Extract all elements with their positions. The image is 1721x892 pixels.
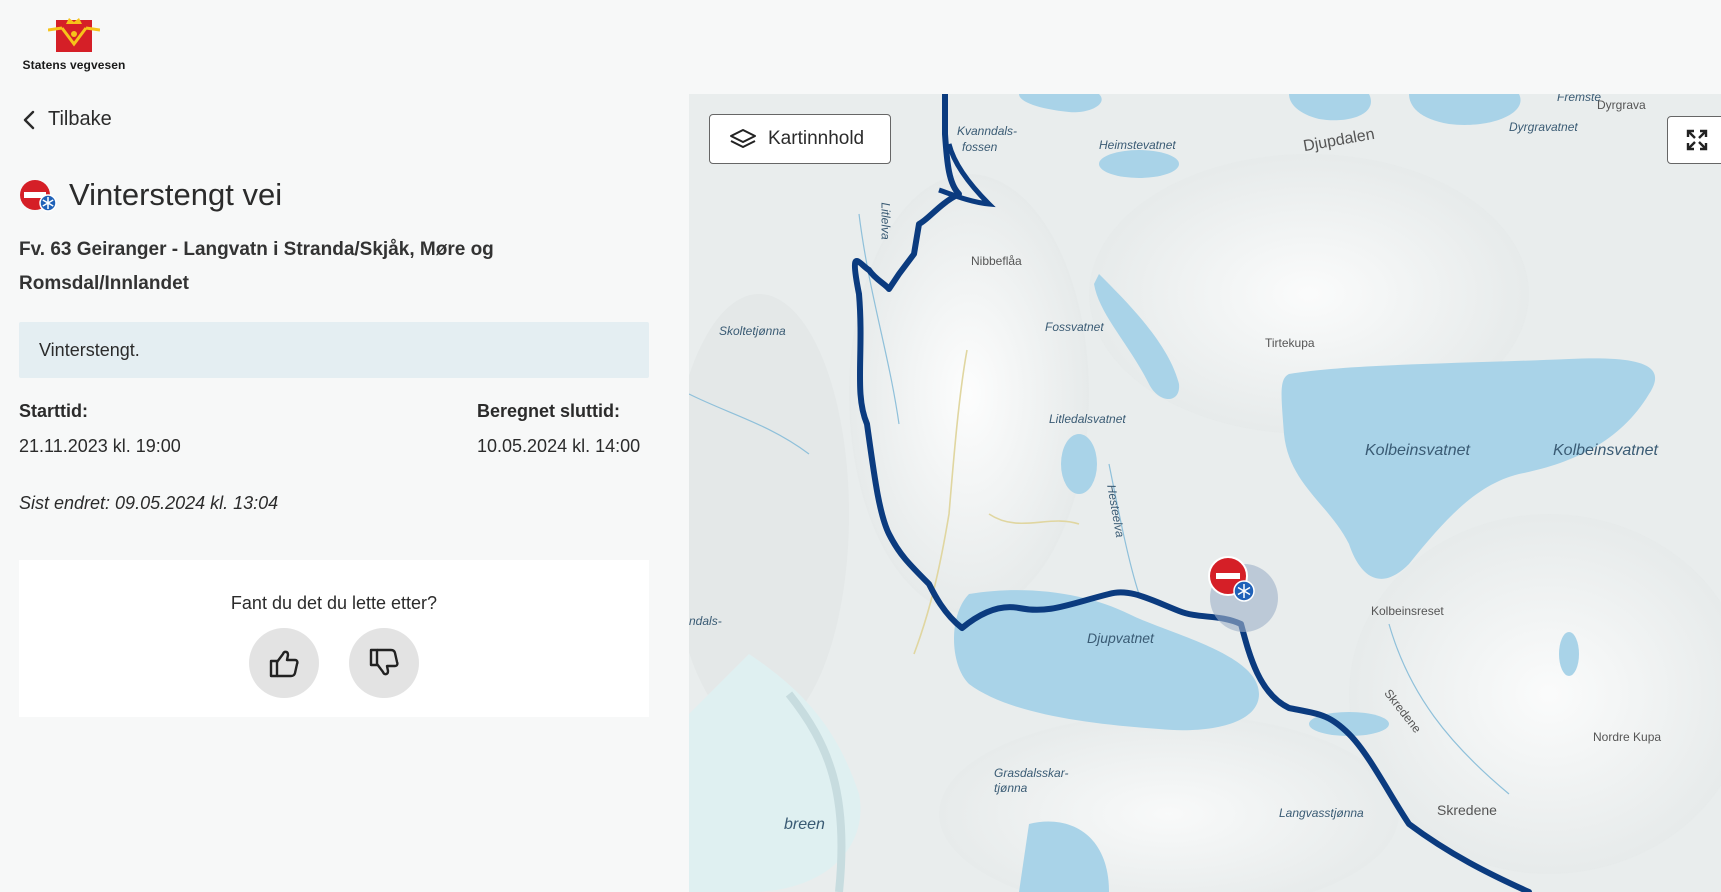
map-label: Skredene: [1437, 802, 1497, 818]
winter-closed-road-icon: [20, 180, 57, 212]
crown-shield-icon: [48, 18, 100, 52]
map-label: Litledalsvatnet: [1049, 412, 1126, 426]
map-label: Langvasstjønna: [1279, 806, 1364, 820]
event-title-row: Vinterstengt vei: [19, 177, 282, 213]
start-time-label: Starttid:: [19, 401, 88, 421]
map-label: Fossvatnet: [1045, 320, 1104, 334]
map-label: Fremste: [1557, 94, 1602, 104]
map-label: Kolbeinsreset: [1371, 604, 1444, 618]
page-title: Vinterstengt vei: [69, 177, 283, 212]
last-changed: Sist endret: 09.05.2024 kl. 13:04: [19, 493, 279, 513]
map-label: Dyrgravatnet: [1509, 120, 1578, 134]
winter-closed-road-icon: [1208, 556, 1278, 632]
map-layers-label: Kartinnhold: [768, 128, 865, 149]
map-label: Litlelva: [878, 202, 893, 240]
fullscreen-button[interactable]: [1667, 116, 1721, 164]
event-description: Vinterstengt.: [39, 340, 140, 360]
statens-vegvesen-logo[interactable]: Statens vegvesen: [18, 14, 130, 72]
thumbs-up-icon: [269, 650, 299, 678]
map-label: Kolbeinsvatnet: [1365, 442, 1470, 459]
map-label: ndals-: [689, 614, 722, 628]
closure-marker[interactable]: [1206, 554, 1282, 639]
end-time-label: Beregnet sluttid:: [477, 401, 621, 421]
map-label: Nordre Kupa: [1593, 730, 1662, 744]
layers-icon: [730, 129, 756, 148]
map-label: Djupvatnet: [1087, 630, 1154, 646]
map-view[interactable]: Kvanndals- fossen Heimstevatnet Djupdale…: [689, 94, 1721, 892]
chevron-left-icon: [23, 110, 35, 129]
thumbs-up-button[interactable]: [249, 628, 319, 698]
feedback-panel: Fant du det du lette etter?: [19, 560, 649, 717]
map-label: Tirtekupa: [1265, 336, 1315, 350]
map-label: fossen: [962, 140, 998, 154]
map-terrain: [689, 94, 1721, 892]
thumbs-down-icon: [369, 648, 399, 676]
brand-name: Statens vegvesen: [22, 58, 126, 72]
map-label: Dyrgrava: [1597, 98, 1646, 112]
feedback-question: Fant du det du lette etter?: [230, 593, 438, 613]
end-time: Beregnet sluttid: 10.05.2024 kl. 14:00: [477, 401, 640, 457]
route-description: Fv. 63 Geiranger - Langvatn i Stranda/Sk…: [19, 239, 494, 294]
event-description-box: Vinterstengt.: [19, 322, 649, 378]
thumbs-down-button[interactable]: [349, 628, 419, 698]
map-label: Heimstevatnet: [1099, 138, 1176, 152]
map-label: Kvanndals-: [957, 124, 1018, 138]
back-link[interactable]: Tilbake: [22, 108, 112, 131]
start-time-value: 21.11.2023 kl. 19:00: [19, 436, 181, 456]
start-time: Starttid: 21.11.2023 kl. 19:00: [19, 401, 181, 457]
map-label: tjønna: [994, 781, 1028, 795]
map-label: Nibbeflåa: [971, 254, 1022, 268]
map-label: Kolbeinsvatnet: [1553, 442, 1658, 459]
map-label: Grasdalsskar-: [994, 766, 1069, 780]
end-time-value: 10.05.2024 kl. 14:00: [477, 436, 641, 456]
map-label: breen: [784, 816, 825, 833]
back-label: Tilbake: [48, 108, 112, 130]
fullscreen-icon: [1686, 129, 1708, 151]
map-label: Skoltetjønna: [719, 324, 786, 338]
map-layers-button[interactable]: Kartinnhold: [709, 114, 891, 164]
